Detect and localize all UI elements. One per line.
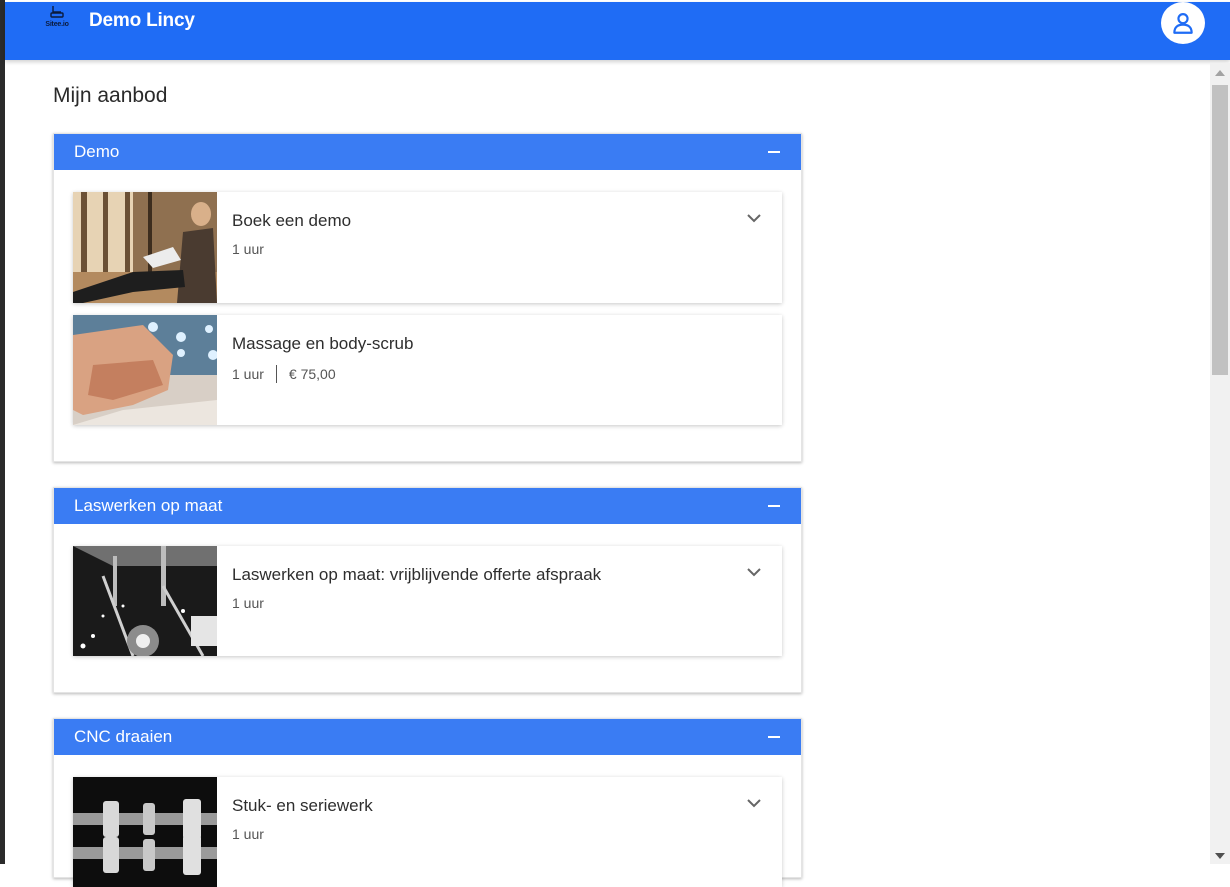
category-header[interactable]: Laswerken op maat <box>54 488 801 524</box>
minus-icon[interactable] <box>768 736 780 738</box>
top-bar: Sitee.io Demo Lincy <box>5 2 1230 60</box>
service-meta: 1 uur <box>232 826 264 842</box>
category-laswerken-op-maat: Laswerken op maat Laswerken op maat: vri… <box>53 487 802 693</box>
service-image <box>73 192 217 303</box>
service-title: Massage en body-scrub <box>232 334 414 353</box>
service-card[interactable]: Boek een demo 1 uur <box>73 192 782 303</box>
service-card[interactable]: Massage en body-scrub 1 uur € 75,00 <box>73 315 782 425</box>
service-price: € 75,00 <box>288 366 336 382</box>
service-duration: 1 uur <box>232 826 264 842</box>
chevron-down-icon[interactable] <box>746 566 762 578</box>
category-name: Laswerken op maat <box>74 496 223 515</box>
page-title: Mijn aanbod <box>53 84 168 107</box>
category-name: Demo <box>74 142 120 161</box>
account-button[interactable] <box>1161 2 1205 44</box>
minus-icon[interactable] <box>768 151 780 153</box>
service-meta: 1 uur <box>232 595 264 611</box>
service-meta: 1 uur <box>232 241 264 257</box>
category-cnc-draaien: CNC draaien Stuk- en seriewerk 1 uur <box>53 718 802 887</box>
service-image <box>73 777 217 887</box>
service-card[interactable]: Laswerken op maat: vrijblijvende offerte… <box>73 546 782 656</box>
category-header[interactable]: Demo <box>54 134 801 170</box>
service-duration: 1 uur <box>232 241 264 257</box>
service-duration: 1 uur <box>232 366 264 382</box>
meta-divider <box>275 365 277 383</box>
category-header[interactable]: CNC draaien <box>54 719 801 755</box>
service-image <box>73 315 217 425</box>
service-card[interactable]: Stuk- en seriewerk 1 uur <box>73 777 782 887</box>
user-icon <box>1173 13 1193 34</box>
service-meta: 1 uur € 75,00 <box>232 365 336 383</box>
brand-name[interactable]: Demo Lincy <box>89 10 195 32</box>
logo-icon <box>50 6 64 18</box>
scroll-thumb[interactable] <box>1212 85 1228 375</box>
category-demo: Demo Boek een demo 1 uur Massage en body… <box>53 133 802 462</box>
service-title: Stuk- en seriewerk <box>232 796 373 815</box>
sitee-logo[interactable]: Sitee.io <box>39 5 75 33</box>
minus-icon[interactable] <box>768 505 780 507</box>
service-title: Boek een demo <box>232 211 352 230</box>
chevron-down-icon[interactable] <box>746 212 762 224</box>
scroll-down-arrow-icon[interactable] <box>1215 853 1225 859</box>
chevron-down-icon[interactable] <box>746 797 762 809</box>
scroll-up-arrow-icon[interactable] <box>1215 70 1225 76</box>
service-title: Laswerken op maat: vrijblijvende offerte… <box>232 565 602 584</box>
category-name: CNC draaien <box>74 727 173 746</box>
service-duration: 1 uur <box>232 595 264 611</box>
service-image <box>73 546 217 656</box>
logo-text: Sitee.io <box>45 21 69 28</box>
vertical-scrollbar[interactable] <box>1210 63 1230 864</box>
window-edge <box>0 0 5 864</box>
